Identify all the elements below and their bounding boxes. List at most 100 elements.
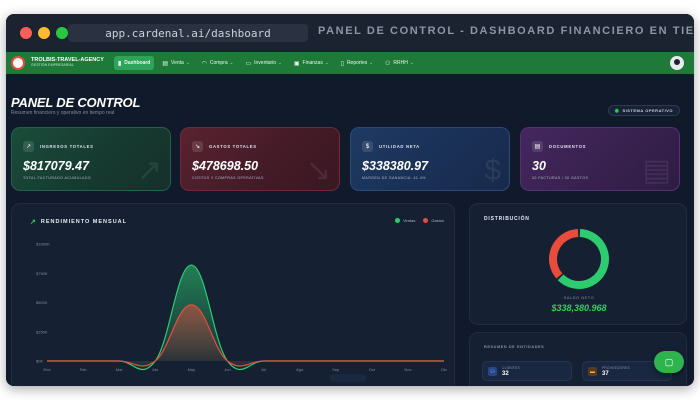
document-icon: ▤ — [532, 141, 543, 152]
browser-titlebar: app.cardenal.ai/dashboard PANEL DE CONTR… — [6, 14, 694, 52]
bag-icon: ◠ — [201, 60, 207, 67]
nav-item-label: Dashboard — [124, 60, 151, 66]
scroll-indicator — [330, 374, 366, 382]
legend-swatch — [423, 218, 429, 223]
kpi-value: $338380.97 — [362, 159, 429, 173]
chevron-down-icon: ⌄ — [229, 60, 234, 65]
main-navbar: TROLBIS-TRAVEL-AGENCY GESTIÓN EMPRESARIA… — [6, 52, 694, 74]
clients-label: CLIENTES — [502, 366, 520, 370]
nav-item-label: Reportes — [346, 60, 368, 66]
chevron-down-icon: ⌄ — [369, 60, 374, 65]
dollar-watermark-icon: $ — [484, 154, 501, 187]
trend-up-icon: ↗ — [23, 141, 34, 152]
legend-label: Gastos — [431, 218, 444, 223]
kpi-card-net-profit[interactable]: $ UTILIDAD NETA $338380.97 MARGEN DE GANANC… — [350, 127, 510, 191]
system-status-label: SISTEMA OPERATIVO — [622, 108, 673, 113]
trend-up-icon: ↗ — [30, 219, 37, 226]
distribution-donut-chart — [549, 229, 609, 289]
x-tick-label: Mar — [116, 367, 124, 372]
series-area-ventas — [47, 265, 444, 370]
legend-item-gastos[interactable]: Gastos — [423, 218, 444, 223]
chat-icon: ▢ — [664, 356, 674, 367]
x-tick-label: Nov — [404, 367, 411, 372]
nav-item-label: Finanzas — [302, 60, 323, 66]
chevron-down-icon: ⌄ — [409, 60, 414, 65]
kpi-card-income[interactable]: ↗ INGRESOS TOTALES $817079.47 TOTAL FACTURA… — [11, 127, 171, 191]
suppliers-label: PROVEEDORES — [602, 366, 630, 370]
kpi-subtitle: 30 FACTURAS / 30 GASTOS — [532, 176, 589, 180]
y-tick-label: $250K — [36, 329, 48, 334]
chat-button[interactable]: ▢ — [654, 351, 684, 373]
suppliers-count: 37 — [602, 371, 609, 377]
window-title: PANEL DE CONTROL - DASHBOARD FINANCIERO … — [318, 25, 694, 37]
browser-window: app.cardenal.ai/dashboard PANEL DE CONTR… — [6, 14, 694, 386]
nav-item-label: Venta — [171, 60, 184, 66]
kpi-value: $478698.50 — [192, 159, 259, 173]
kpi-label: UTILIDAD NETA — [379, 144, 420, 149]
kpi-card-expenses[interactable]: ↘ GASTOS TOTALES $478698.50 COSTOS Y COMPRA… — [180, 127, 340, 191]
x-tick-label: May — [188, 367, 196, 372]
x-tick-label: Oct — [369, 367, 376, 372]
nav-item-venta[interactable]: ▤ Venta ⌄ — [158, 56, 193, 70]
close-window-button[interactable] — [20, 27, 32, 39]
nav-item-finanzas[interactable]: ▣ Finanzas ⌄ — [290, 56, 333, 70]
legend-item-ventas[interactable]: Ventas — [395, 218, 415, 223]
y-tick-label: $0K — [36, 359, 43, 364]
series-line-gastos[interactable] — [47, 304, 444, 367]
x-tick-label: Sep — [332, 367, 340, 372]
truck-icon: ▬ — [588, 367, 597, 376]
entities-title: RESUMEN DE ENTIDADES — [484, 345, 545, 349]
chevron-down-icon: ⌄ — [185, 60, 190, 65]
x-tick-label: Ago — [296, 367, 304, 372]
chevron-down-icon: ⌄ — [278, 60, 282, 65]
nav-menu: ▮ Dashboard ▤ Venta ⌄ ◠ Compra ⌄ ▭ Inventario ⌄ ▣ Fi… — [113, 56, 418, 70]
user-avatar[interactable] — [670, 56, 684, 70]
kpi-subtitle: COSTOS Y COMPRAS OPERATIVAS — [192, 176, 264, 180]
clients-count: 32 — [502, 371, 509, 377]
chart-legend: Ventas Gastos — [395, 218, 444, 223]
trend-down-watermark-icon: ↘ — [305, 154, 331, 187]
people-icon: ⚇ — [488, 367, 497, 376]
legend-label: Ventas — [403, 218, 416, 223]
nav-item-label: Compra — [209, 60, 228, 66]
people-icon: ⚇ — [385, 60, 391, 67]
maximize-window-button[interactable] — [56, 27, 68, 39]
chevron-down-icon: ⌄ — [324, 60, 329, 65]
donut-slice-gastos[interactable] — [549, 229, 579, 279]
x-tick-label: Jul — [261, 367, 266, 372]
bar-chart-icon: ▮ — [117, 60, 122, 67]
brand[interactable]: TROLBIS-TRAVEL-AGENCY GESTIÓN EMPRESARIA… — [31, 57, 104, 68]
kpi-label: INGRESOS TOTALES — [40, 144, 94, 149]
distribution-title: DISTRIBUCIÓN — [484, 216, 530, 222]
nav-item-inventario[interactable]: ▭ Inventario ⌄ — [241, 56, 285, 70]
clients-summary[interactable]: ⚇ CLIENTES 32 — [482, 361, 572, 381]
nav-item-label: RRHH — [393, 60, 408, 66]
document-watermark-icon: ▤ — [642, 154, 671, 187]
kpi-subtitle: TOTAL FACTURADO ACUMULADO — [23, 176, 92, 180]
net-balance-label: SALDO NETO — [563, 296, 595, 300]
chart-title: ↗ RENDIMIENTO MENSUAL — [30, 218, 127, 226]
donut-slice-ingresos[interactable] — [557, 229, 609, 289]
kpi-label: DOCUMENTOS — [549, 144, 587, 149]
monthly-performance-chart: $0K $250K $500K $750K $1000K Ene Feb Mar Abr May J… — [36, 242, 447, 373]
brand-subtitle: GESTIÓN EMPRESARIAL — [31, 63, 74, 68]
page-subtitle: Resumen financiero y operativo en tiempo… — [11, 110, 115, 116]
x-tick-label: Ene — [43, 367, 51, 372]
brand-logo[interactable] — [11, 56, 25, 70]
dashboard-page: PANEL DE CONTROL Resumen financiero y op… — [6, 74, 694, 386]
address-bar[interactable]: app.cardenal.ai/dashboard — [68, 24, 308, 42]
minimize-window-button[interactable] — [38, 27, 50, 39]
kpi-card-documents[interactable]: ▤ DOCUMENTOS 30 30 FACTURAS / 30 GASTOS ▤ — [520, 127, 680, 191]
nav-item-label: Inventario — [254, 60, 277, 66]
y-tick-label: $750K — [36, 271, 48, 276]
y-tick-label: $1000K — [36, 242, 50, 247]
trend-up-watermark-icon: ↗ — [136, 154, 162, 187]
nav-item-dashboard[interactable]: ▮ Dashboard — [113, 56, 155, 70]
box-icon: ▭ — [245, 60, 252, 67]
nav-item-rrhh[interactable]: ⚇ RRHH ⌄ — [381, 56, 418, 70]
nav-item-reportes[interactable]: ▯ Reportes ⌄ — [337, 56, 377, 70]
wallet-icon: ▣ — [293, 60, 300, 67]
y-tick-label: $500K — [36, 300, 48, 305]
series-line-ventas[interactable] — [47, 264, 444, 371]
nav-item-compra[interactable]: ◠ Compra ⌄ — [198, 56, 238, 70]
